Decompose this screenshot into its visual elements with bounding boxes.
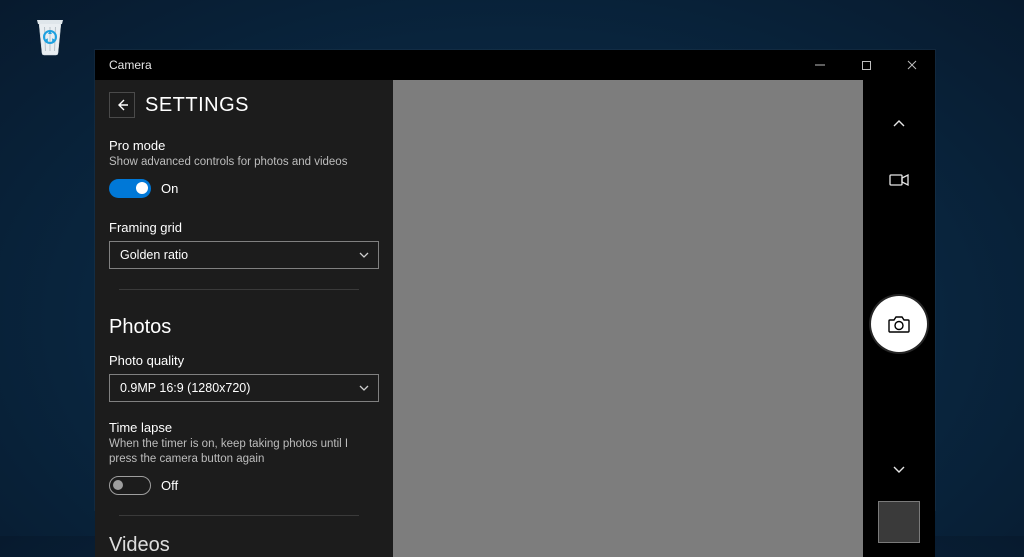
settings-heading: SETTINGS [145,94,249,117]
framing-grid-select[interactable]: Golden ratio [109,241,379,269]
pro-mode-desc: Show advanced controls for photos and vi… [109,155,379,171]
close-button[interactable] [889,50,935,80]
photo-quality-select[interactable]: 0.9MP 16:9 (1280x720) [109,374,379,402]
camera-preview [393,80,863,557]
shutter-button[interactable] [871,296,927,352]
divider [119,515,359,516]
back-button[interactable] [109,92,135,118]
chevron-down-icon [891,461,907,477]
chevron-down-icon [358,249,370,261]
video-camera-icon [889,173,909,187]
maximize-icon [861,60,872,71]
expand-down-button[interactable] [885,455,913,483]
pro-mode-state: On [161,181,178,196]
titlebar[interactable]: Camera [95,50,935,80]
recycle-bin[interactable] [28,12,72,58]
expand-up-button[interactable] [885,110,913,138]
window-title: Camera [109,58,152,72]
close-icon [906,59,918,71]
chevron-up-icon [891,116,907,132]
photo-quality-value: 0.9MP 16:9 (1280x720) [120,381,250,395]
time-lapse-toggle[interactable] [109,476,151,495]
switch-to-video-button[interactable] [885,166,913,194]
photo-quality-label: Photo quality [109,353,379,368]
framing-grid-value: Golden ratio [120,248,188,262]
minimize-button[interactable] [797,50,843,80]
chevron-down-icon [358,382,370,394]
framing-grid-label: Framing grid [109,220,379,235]
gallery-thumbnail[interactable] [878,501,920,543]
photos-section-heading: Photos [109,316,379,339]
right-action-bar [863,80,935,557]
pro-mode-label: Pro mode [109,138,379,153]
pro-mode-toggle[interactable] [109,179,151,198]
settings-panel: SETTINGS Pro mode Show advanced controls… [95,80,393,557]
time-lapse-label: Time lapse [109,420,379,435]
camera-window: Camera SETTINGS Pro mode Show advanced c… [95,50,935,510]
minimize-icon [814,59,826,71]
videos-section-heading: Videos [109,534,379,557]
recycle-bin-icon [30,13,70,57]
camera-icon [887,314,911,334]
time-lapse-state: Off [161,478,178,493]
back-arrow-icon [114,97,130,113]
maximize-button[interactable] [843,50,889,80]
divider [119,289,359,290]
time-lapse-desc: When the timer is on, keep taking photos… [109,437,379,468]
